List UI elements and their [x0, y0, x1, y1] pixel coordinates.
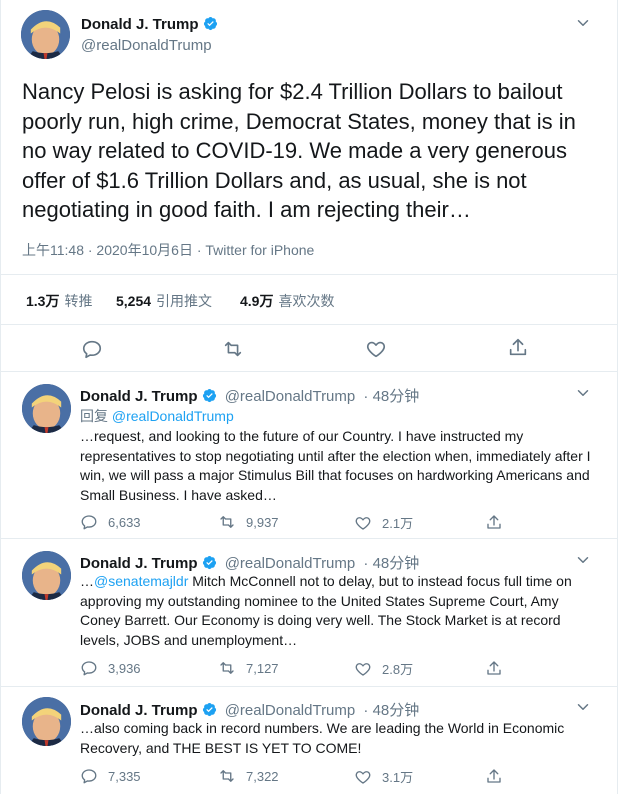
retweet-icon [218, 767, 236, 785]
verified-badge-icon [202, 388, 217, 403]
avatar[interactable] [22, 551, 71, 600]
like-button[interactable]: 2.1万 [354, 513, 413, 532]
retweet-icon [218, 513, 236, 531]
reply-actions: 7,335 7,322 3.1万 [80, 767, 600, 787]
reply-to-line: 回复 @realDonaldTrump [80, 406, 234, 426]
tweet-text: …request, and looking to the future of o… [80, 428, 591, 503]
reply-actions: 3,936 7,127 2.8万 [80, 659, 600, 679]
likes-stat[interactable]: 4.9万 喜欢次数 [240, 291, 334, 311]
reply-tweet[interactable]: Donald J. Trump @realDonaldTrump · 48分钟 … [0, 687, 618, 794]
author-name[interactable]: Donald J. Trump [80, 702, 198, 719]
author-handle[interactable]: @realDonaldTrump [225, 555, 356, 572]
avatar[interactable] [21, 10, 70, 59]
author-name[interactable]: Donald J. Trump [81, 16, 199, 33]
reply-tweet[interactable]: Donald J. Trump @realDonaldTrump · 48分钟 … [0, 372, 618, 539]
author-name-line: Donald J. Trump [81, 16, 218, 34]
tweet-text: …@senatemajldr Mitch McConnell not to de… [80, 572, 600, 650]
share-button[interactable] [485, 513, 513, 531]
like-count: 2.1万 [382, 516, 414, 531]
avatar[interactable] [22, 384, 71, 433]
reply-button[interactable]: 6,633 [80, 513, 141, 531]
reply-to-prefix: 回复 [80, 408, 112, 424]
reply-header: Donald J. Trump @realDonaldTrump · 48分钟 [80, 552, 419, 573]
retweet-count: 9,937 [246, 515, 279, 530]
reply-count: 7,335 [108, 769, 141, 784]
mention-link[interactable]: @senatemajldr [94, 573, 188, 589]
reply-icon [80, 659, 98, 677]
like-icon[interactable] [365, 338, 387, 360]
retweet-button[interactable]: 7,127 [218, 659, 279, 677]
share-icon[interactable] [507, 336, 529, 358]
reply-icon [80, 767, 98, 785]
verified-badge-icon [202, 702, 217, 717]
retweet-button[interactable]: 9,937 [218, 513, 279, 531]
retweet-count: 7,322 [246, 769, 279, 784]
retweet-icon[interactable] [222, 338, 244, 360]
reply-to-handle[interactable]: @realDonaldTrump [112, 408, 234, 424]
avatar[interactable] [22, 697, 71, 746]
reply-count: 6,633 [108, 515, 141, 530]
chevron-down-icon[interactable] [574, 698, 592, 716]
retweets-label: 转推 [64, 293, 93, 309]
reply-tweet[interactable]: Donald J. Trump @realDonaldTrump · 48分钟 … [0, 539, 618, 687]
like-icon [354, 514, 372, 532]
share-button[interactable] [485, 659, 513, 677]
retweets-count: 1.3万 [26, 293, 60, 309]
tweet-source-link[interactable]: Twitter for iPhone [205, 242, 314, 258]
author-name[interactable]: Donald J. Trump [80, 388, 198, 405]
reply-icon[interactable] [81, 338, 103, 360]
chevron-down-icon[interactable] [574, 384, 592, 402]
author-handle[interactable]: @realDonaldTrump [225, 702, 356, 719]
reply-header: Donald J. Trump @realDonaldTrump · 48分钟 [80, 699, 419, 720]
tweet-timestamp[interactable]: 上午11:48 · 2020年10月6日 · [22, 242, 205, 258]
reply-button[interactable]: 3,936 [80, 659, 141, 677]
tweet-text: …also coming back in record numbers. We … [80, 720, 565, 756]
tweet-time[interactable]: · 48分钟 [363, 555, 419, 572]
tweet-time[interactable]: · 48分钟 [363, 702, 419, 719]
retweet-button[interactable]: 7,322 [218, 767, 279, 785]
share-button[interactable] [485, 767, 513, 785]
main-tweet: Donald J. Trump @realDonaldTrump Nancy P… [0, 0, 618, 372]
retweet-count: 7,127 [246, 661, 279, 676]
share-icon [485, 659, 503, 677]
retweets-stat[interactable]: 1.3万 转推 [26, 291, 92, 311]
tweet-stats: 1.3万 转推 5,254 引用推文 4.9万 喜欢次数 [0, 274, 618, 325]
author-name[interactable]: Donald J. Trump [80, 555, 198, 572]
likes-count: 4.9万 [240, 293, 274, 309]
share-icon [485, 767, 503, 785]
tweet-text: Nancy Pelosi is asking for $2.4 Trillion… [22, 79, 576, 222]
author-handle[interactable]: @realDonaldTrump [81, 37, 212, 54]
tweet-meta: 上午11:48 · 2020年10月6日 · Twitter for iPhon… [22, 240, 314, 260]
like-icon [354, 660, 372, 678]
quotes-label: 引用推文 [156, 293, 213, 309]
retweet-icon [218, 659, 236, 677]
like-button[interactable]: 2.8万 [354, 659, 413, 678]
like-button[interactable]: 3.1万 [354, 767, 413, 786]
tweet-actions [0, 334, 618, 364]
verified-badge-icon [202, 555, 217, 570]
quotes-stat[interactable]: 5,254 引用推文 [116, 291, 212, 311]
quotes-count: 5,254 [116, 293, 152, 309]
reply-header: Donald J. Trump @realDonaldTrump · 48分钟 [80, 385, 419, 406]
share-icon [485, 513, 503, 531]
text-prefix: … [80, 573, 94, 589]
chevron-down-icon[interactable] [574, 551, 592, 569]
reply-count: 3,936 [108, 661, 141, 676]
author-handle[interactable]: @realDonaldTrump [225, 388, 356, 405]
likes-label: 喜欢次数 [278, 293, 335, 309]
reply-icon [80, 513, 98, 531]
tweet-time[interactable]: · 48分钟 [363, 388, 419, 405]
reply-button[interactable]: 7,335 [80, 767, 141, 785]
verified-badge-icon [203, 16, 218, 31]
like-count: 3.1万 [382, 770, 414, 785]
chevron-down-icon[interactable] [574, 14, 592, 32]
like-count: 2.8万 [382, 662, 414, 677]
like-icon [354, 768, 372, 786]
reply-actions: 6,633 9,937 2.1万 [80, 513, 600, 533]
